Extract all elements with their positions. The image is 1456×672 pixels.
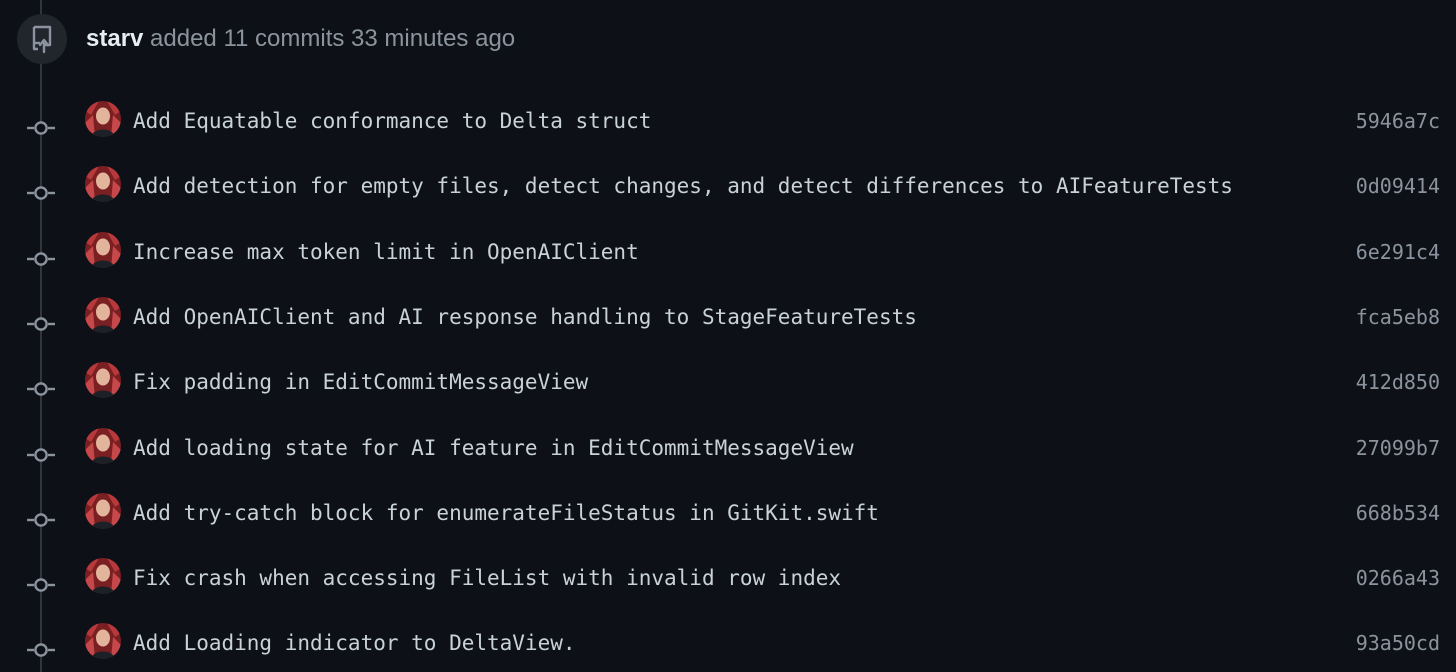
commit-node-icon xyxy=(26,575,56,595)
commit-sha-link[interactable]: 93a50cd xyxy=(1356,628,1440,658)
commit-message-link[interactable]: Increase max token limit in OpenAIClient xyxy=(133,237,639,267)
commit-sha-link[interactable]: 27099b7 xyxy=(1356,433,1440,463)
commit-node-icon xyxy=(26,640,56,660)
commit-row: Add loading state for AI feature in Edit… xyxy=(0,427,1456,484)
commit-row: Add detection for empty files, detect ch… xyxy=(0,166,1456,222)
commit-node-icon xyxy=(26,249,56,269)
commit-message-link[interactable]: Add OpenAIClient and AI response handlin… xyxy=(133,302,917,332)
commit-sha-link[interactable]: 668b534 xyxy=(1356,498,1440,528)
commit-sha-link[interactable]: fca5eb8 xyxy=(1356,302,1440,332)
commit-sha-link[interactable]: 412d850 xyxy=(1356,367,1440,397)
event-description: starv added 11 commits 33 minutes ago xyxy=(86,22,515,56)
commit-sha-link[interactable]: 0266a43 xyxy=(1356,563,1440,593)
author-link[interactable]: starv xyxy=(86,25,143,52)
commit-message-link[interactable]: Add Equatable conformance to Delta struc… xyxy=(133,106,651,136)
avatar[interactable] xyxy=(85,558,121,595)
timeline-event-header: starv added 11 commits 33 minutes ago xyxy=(0,14,1456,80)
commit-message-link[interactable]: Add Loading indicator to DeltaView. xyxy=(133,628,576,658)
commit-row: Increase max token limit in OpenAIClient… xyxy=(0,231,1456,288)
commit-row: Add OpenAIClient and AI response handlin… xyxy=(0,296,1456,353)
commit-sha-link[interactable]: 0d09414 xyxy=(1356,171,1440,201)
avatar[interactable] xyxy=(85,427,121,464)
avatar[interactable] xyxy=(85,362,121,399)
commit-node-icon xyxy=(26,183,56,203)
commit-node-icon xyxy=(26,314,56,334)
commit-message-link[interactable]: Add detection for empty files, detect ch… xyxy=(133,171,1233,201)
avatar[interactable] xyxy=(85,296,121,333)
commit-row: Add Loading indicator to DeltaView. 93a50… xyxy=(0,623,1456,672)
commit-row: Add Equatable conformance to Delta struc… xyxy=(0,101,1456,157)
avatar[interactable] xyxy=(85,231,121,268)
commit-node-icon xyxy=(26,118,56,138)
commit-message-link[interactable]: Fix crash when accessing FileList with i… xyxy=(133,563,841,593)
commit-sha-link[interactable]: 6e291c4 xyxy=(1356,237,1440,267)
avatar[interactable] xyxy=(85,623,121,660)
commit-node-icon xyxy=(26,510,56,530)
repo-push-icon xyxy=(17,14,67,64)
avatar[interactable] xyxy=(85,492,121,529)
commit-message-link[interactable]: Add loading state for AI feature in Edit… xyxy=(133,433,854,463)
commit-row: Fix crash when accessing FileList with i… xyxy=(0,558,1456,614)
commit-row: Fix padding in EditCommitMessageView 412d… xyxy=(0,362,1456,418)
event-action-text: added 11 commits 33 minutes ago xyxy=(143,25,516,52)
avatar[interactable] xyxy=(85,166,121,203)
commit-timeline: starv added 11 commits 33 minutes ago Ad… xyxy=(0,0,1456,672)
commit-node-icon xyxy=(26,379,56,399)
commit-sha-link[interactable]: 5946a7c xyxy=(1356,106,1440,136)
commit-message-link[interactable]: Fix padding in EditCommitMessageView xyxy=(133,367,588,397)
commit-message-link[interactable]: Add try-catch block for enumerateFileSta… xyxy=(133,498,879,528)
commit-node-icon xyxy=(26,445,56,465)
avatar[interactable] xyxy=(85,101,121,137)
commit-row: Add try-catch block for enumerateFileSta… xyxy=(0,492,1456,549)
